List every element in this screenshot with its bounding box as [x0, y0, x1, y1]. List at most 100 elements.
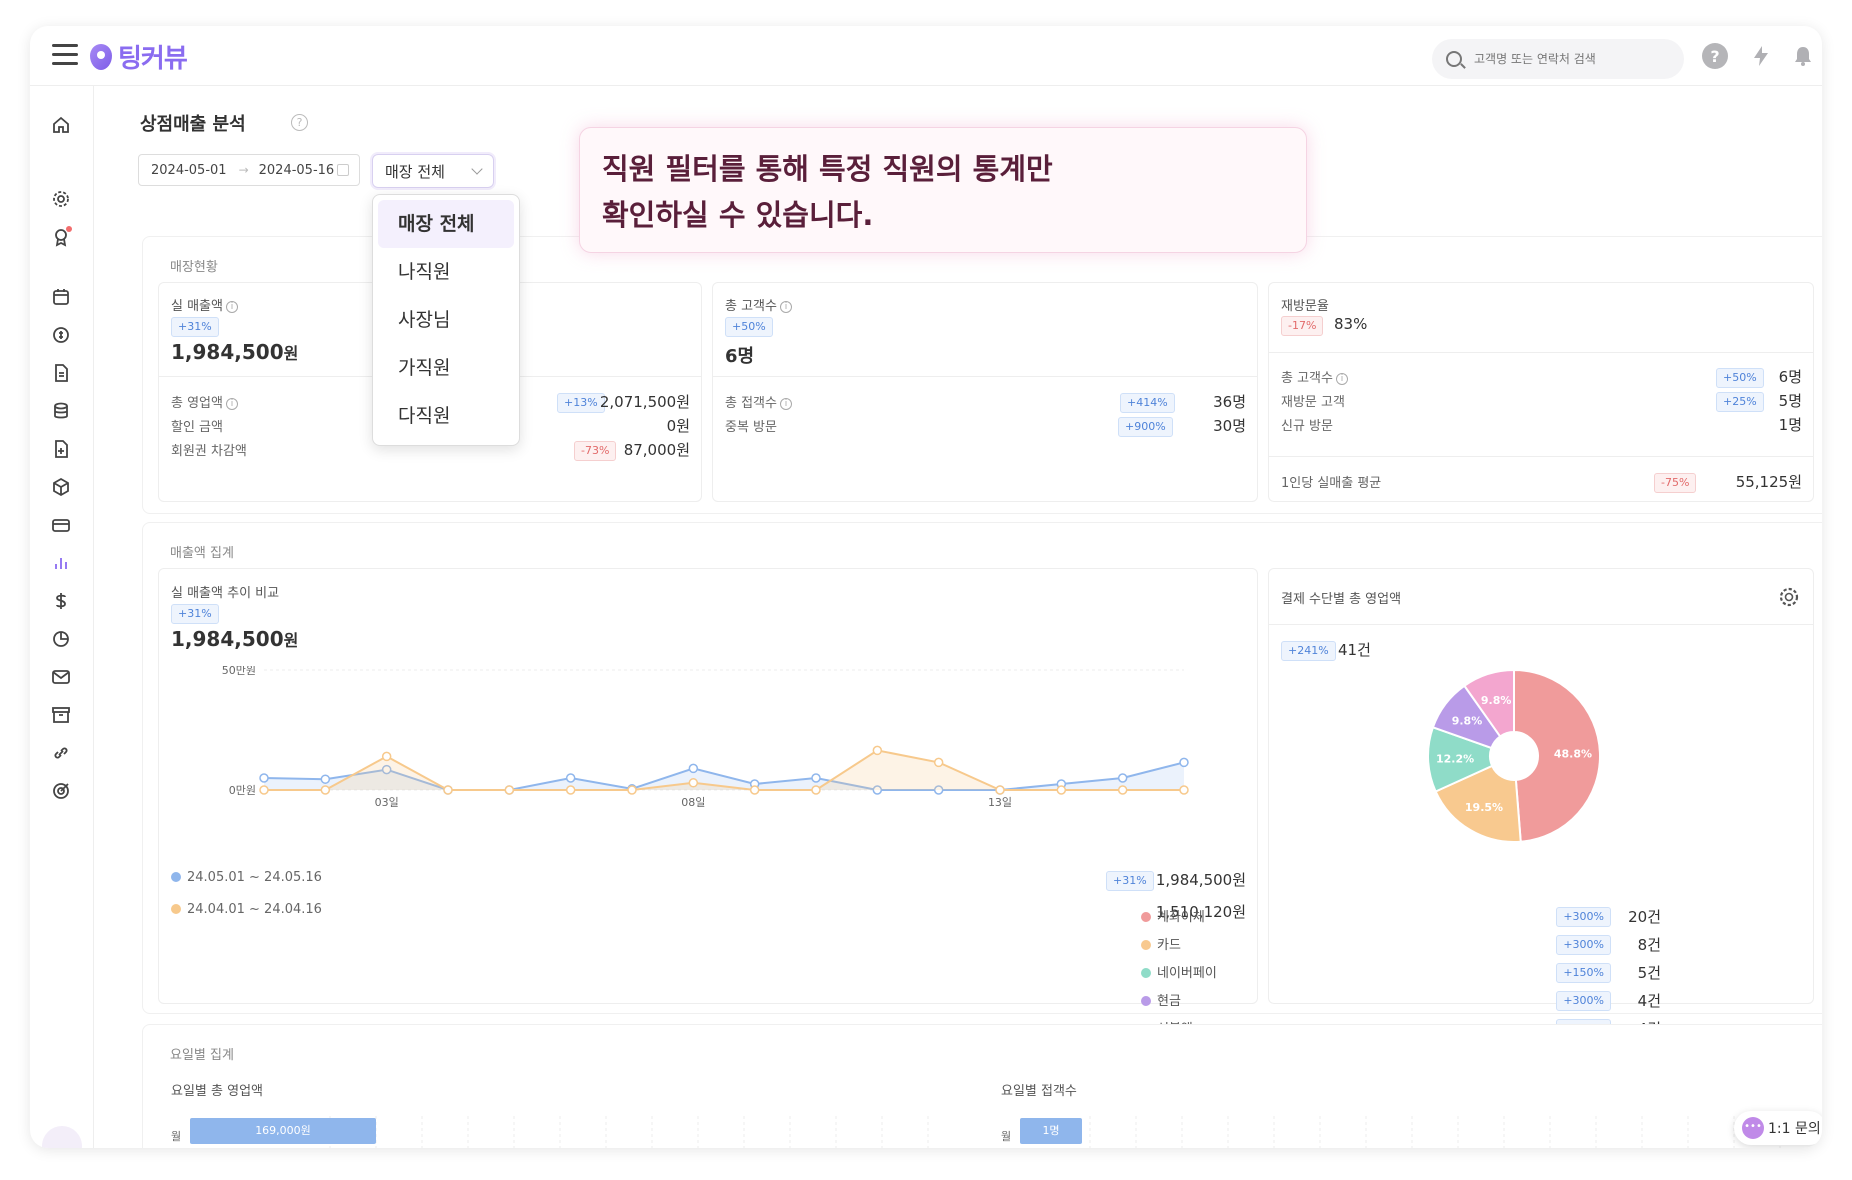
logo-text: 팅커뷰 [118, 44, 188, 74]
data-point [259, 773, 269, 783]
data-point [995, 785, 1005, 795]
dropdown-option[interactable]: 다직원 [378, 392, 514, 440]
data-point [872, 745, 883, 756]
legend-dot [1141, 912, 1151, 922]
revisit-rate-label: 재방문율 [1281, 299, 1329, 314]
help-icon[interactable]: ? [1702, 43, 1728, 69]
calendar-icon[interactable] [46, 282, 76, 312]
payment-legend-row: 계좌이체 +300% 20건 [1141, 906, 1661, 928]
payment-method-name: 현금 [1157, 994, 1181, 1009]
payment-method-count: 5건 [1637, 964, 1661, 982]
database-icon[interactable] [46, 396, 76, 426]
dropdown-option[interactable]: 매장 전체 [378, 200, 514, 248]
avg-per-person-label: 1인당 실매출 평균 [1281, 476, 1382, 491]
total-visits-value: 36명 [1213, 393, 1246, 411]
data-point [259, 785, 269, 795]
dropdown-option[interactable]: 나직원 [378, 248, 514, 296]
trend-badge: +31% [171, 604, 219, 624]
coin-icon[interactable] [46, 320, 76, 350]
rv-repeat-label: 재방문 고객 [1281, 395, 1345, 410]
help-circle-icon[interactable]: ? [291, 114, 308, 131]
payment-method-name: 계좌이체 [1157, 910, 1205, 925]
mail-icon[interactable] [46, 662, 76, 692]
main-content: 상점매출 분석 ? 2024-05-01 → 2024-05-16 매장 전체 … [94, 86, 1822, 1148]
bar-value-label: 169,000원 [255, 1124, 311, 1137]
data-point [1117, 785, 1128, 795]
data-point [504, 785, 515, 795]
legend-dot [1141, 996, 1151, 1006]
guide-tooltip: 직원 필터를 통해 특정 직원의 통계만 확인하실 수 있습니다. [579, 127, 1307, 253]
repeat-visits-badge: +900% [1118, 417, 1173, 437]
total-customers-value: 6명 [725, 346, 755, 367]
total-customers-label: 총 고객수 i [725, 295, 792, 314]
link-icon[interactable] [46, 738, 76, 768]
award-icon[interactable] [46, 222, 76, 252]
slice-label: 9.8% [1452, 714, 1483, 727]
legend-dot [171, 872, 181, 882]
search-box[interactable] [1432, 39, 1684, 79]
gear-icon[interactable] [1778, 586, 1800, 608]
chevron-down-icon [471, 163, 483, 175]
slice-label: 48.8% [1554, 748, 1592, 761]
payment-legend-row: 카드 +300% 8건 [1141, 934, 1661, 956]
target-icon[interactable] [46, 776, 76, 806]
revisit-rate-badge: -17% [1281, 316, 1324, 336]
search-input[interactable] [1474, 52, 1664, 66]
bell-icon[interactable] [1790, 43, 1816, 69]
x-tick-label: 13일 [988, 795, 1012, 809]
divider [1268, 456, 1814, 457]
payment-method-name: 카드 [1157, 938, 1181, 953]
dropdown-option[interactable]: 사장님 [378, 296, 514, 344]
avatar[interactable] [42, 1126, 82, 1148]
weekday-label: 월 [171, 1130, 182, 1143]
data-point [1056, 785, 1067, 795]
data-point [1179, 785, 1189, 795]
net-sales-badge: +31% [171, 317, 219, 337]
document-icon[interactable] [46, 358, 76, 388]
payment-method-badge: +300% [1556, 991, 1611, 1011]
payment-method-count: 4건 [1637, 992, 1661, 1010]
data-point [381, 751, 392, 762]
calendar-icon [337, 164, 349, 176]
rv-total-customers-label: 총 고객수 i [1281, 367, 1348, 386]
settings-icon[interactable] [46, 184, 76, 214]
date-range-picker[interactable]: 2024-05-01 → 2024-05-16 [138, 154, 360, 186]
box-icon[interactable] [46, 472, 76, 502]
bolt-icon[interactable] [1748, 43, 1774, 69]
chat-button[interactable]: ••• 1:1 문의 [1734, 1111, 1822, 1145]
logo[interactable]: 팅커뷰 [90, 38, 188, 75]
total-revenue-label: 총 영업액 i [171, 392, 238, 411]
home-icon[interactable] [46, 110, 76, 140]
store-filter-select[interactable]: 매장 전체 [372, 154, 494, 188]
pie-icon[interactable] [46, 624, 76, 654]
divider [712, 376, 1258, 377]
section-label: 매장현황 [170, 260, 218, 275]
card-icon[interactable] [46, 510, 76, 540]
data-point [1179, 757, 1189, 768]
sidebar [30, 86, 94, 1148]
customer-card [712, 282, 1258, 502]
trend-value: 1,984,500원 [171, 627, 299, 651]
total-customers-badge: +50% [725, 317, 773, 337]
file-plus-icon[interactable] [46, 434, 76, 464]
membership-value: 87,000원 [623, 441, 690, 459]
payment-method-name: 네이버페이 [1157, 966, 1217, 981]
info-icon: i [225, 398, 238, 410]
archive-icon[interactable] [46, 700, 76, 730]
dollar-icon[interactable] [46, 586, 76, 616]
date-start: 2024-05-01 [151, 162, 227, 178]
x-tick-label: 03일 [375, 795, 399, 809]
data-point [320, 785, 331, 795]
chart-icon[interactable] [46, 548, 76, 578]
payment-legend-row: 현금 +300% 4건 [1141, 990, 1661, 1012]
date-end: 2024-05-16 [258, 162, 335, 178]
payment-badge: +241% [1281, 641, 1336, 661]
legend-dot [1141, 940, 1151, 950]
menu-icon[interactable] [52, 44, 78, 66]
rv-total-value: 6명 [1778, 368, 1802, 386]
data-point [1117, 773, 1128, 783]
dropdown-option[interactable]: 가직원 [378, 344, 514, 392]
legend-current: 24.05.01 ~ 24.05.16 [171, 870, 322, 885]
info-icon: i [779, 301, 792, 313]
slice-label: 9.8% [1481, 694, 1512, 707]
